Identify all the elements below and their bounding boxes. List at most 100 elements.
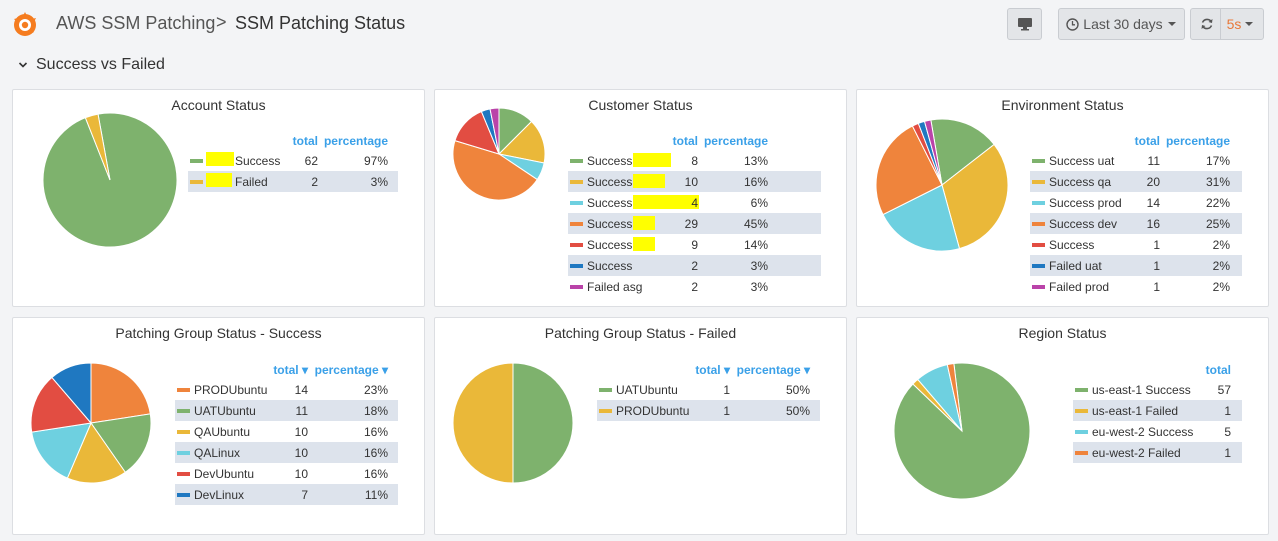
legend-color-swatch[interactable]	[1032, 285, 1045, 289]
legend-header-percentage[interactable]: percentage ▾	[737, 363, 810, 379]
legend-series-name[interactable]: Success	[235, 154, 280, 168]
panel-title[interactable]: Region Status	[857, 325, 1268, 341]
legend-series-name[interactable]: eu-west-2 Success	[1092, 425, 1193, 439]
legend-row[interactable]: Success 29 45%	[568, 213, 821, 234]
legend-series-name[interactable]: eu-west-2 Failed	[1092, 446, 1181, 460]
legend-header-percentage[interactable]: percentage	[1166, 134, 1230, 150]
legend-color-swatch[interactable]	[177, 493, 190, 497]
legend-row[interactable]: eu-west-2 Failed 1	[1073, 442, 1242, 463]
legend-row[interactable]: Success 2 3%	[568, 255, 821, 276]
refresh-icon[interactable]	[1200, 17, 1214, 31]
panel-title[interactable]: Environment Status	[857, 97, 1268, 113]
legend-color-swatch[interactable]	[177, 472, 190, 476]
legend-row[interactable]: QALinux 10 16%	[175, 442, 398, 463]
legend-row[interactable]: Success 10 16%	[568, 171, 821, 192]
legend-series-name[interactable]: Success uat	[1049, 154, 1114, 168]
legend-series-name[interactable]: Failed asg	[587, 280, 642, 294]
chevron-down-icon[interactable]	[18, 60, 28, 70]
legend-header-percentage[interactable]: percentage	[704, 134, 768, 150]
legend-color-swatch[interactable]	[177, 451, 190, 455]
legend-row[interactable]: DevUbuntu 10 16%	[175, 463, 398, 484]
legend-color-swatch[interactable]	[177, 388, 190, 392]
legend-series-name[interactable]: QALinux	[194, 446, 240, 460]
legend-color-swatch[interactable]	[177, 409, 190, 413]
legend-color-swatch[interactable]	[570, 201, 583, 205]
pie-chart[interactable]	[451, 361, 575, 485]
legend-row[interactable]: eu-west-2 Success 5	[1073, 421, 1242, 442]
legend-header-total[interactable]: total	[293, 134, 318, 150]
legend-series-name[interactable]: Success prod	[1049, 196, 1122, 210]
legend-color-swatch[interactable]	[1032, 180, 1045, 184]
legend-series-name[interactable]: Success dev	[1049, 217, 1117, 231]
tv-mode-button[interactable]	[1007, 8, 1042, 40]
legend-series-name[interactable]: Success	[587, 217, 632, 231]
legend-color-swatch[interactable]	[1075, 451, 1088, 455]
legend-color-swatch[interactable]	[570, 222, 583, 226]
legend-row[interactable]: Success qa 20 31%	[1030, 171, 1242, 192]
legend-row[interactable]: DevLinux 7 11%	[175, 484, 398, 505]
legend-row[interactable]: Success 9 14%	[568, 234, 821, 255]
legend-color-swatch[interactable]	[1032, 243, 1045, 247]
legend-color-swatch[interactable]	[1075, 409, 1088, 413]
pie-chart[interactable]	[874, 117, 1010, 253]
breadcrumb-dashboard-title[interactable]: SSM Patching Status	[235, 13, 405, 34]
legend-row[interactable]: Failed 2 3%	[188, 171, 398, 192]
legend-row[interactable]: Success 1 2%	[1030, 234, 1242, 255]
legend-series-name[interactable]: PRODUbuntu	[616, 404, 689, 418]
legend-header-total[interactable]: total	[1206, 363, 1231, 379]
legend-row[interactable]: PRODUbuntu 1 50%	[597, 400, 820, 421]
legend-series-name[interactable]: PRODUbuntu	[194, 383, 267, 397]
legend-color-swatch[interactable]	[599, 388, 612, 392]
legend-header-total[interactable]: total ▾	[273, 363, 308, 379]
legend-row[interactable]: UATUbuntu 11 18%	[175, 400, 398, 421]
legend-series-name[interactable]: Success	[587, 175, 632, 189]
legend-row[interactable]: Failed prod 1 2%	[1030, 276, 1242, 297]
time-range-picker[interactable]: Last 30 days	[1058, 8, 1185, 40]
legend-color-swatch[interactable]	[570, 159, 583, 163]
legend-color-swatch[interactable]	[570, 264, 583, 268]
pie-slice-produbuntu[interactable]	[452, 362, 514, 484]
legend-color-swatch[interactable]	[570, 243, 583, 247]
legend-color-swatch[interactable]	[190, 159, 203, 163]
refresh-button-group[interactable]: 5s	[1190, 8, 1264, 40]
legend-series-name[interactable]: Failed prod	[1049, 280, 1109, 294]
legend-color-swatch[interactable]	[1032, 201, 1045, 205]
pie-chart[interactable]	[451, 106, 547, 202]
legend-header-total[interactable]: total ▾	[695, 363, 730, 379]
legend-series-name[interactable]: Failed uat	[1049, 259, 1102, 273]
legend-color-swatch[interactable]	[177, 430, 190, 434]
legend-color-swatch[interactable]	[1032, 159, 1045, 163]
legend-color-swatch[interactable]	[1032, 222, 1045, 226]
legend-row[interactable]: Success 4 6%	[568, 192, 821, 213]
refresh-interval-label[interactable]: 5s	[1227, 16, 1242, 32]
legend-row[interactable]: UATUbuntu 1 50%	[597, 379, 820, 400]
legend-series-name[interactable]: Success	[587, 154, 632, 168]
legend-color-swatch[interactable]	[570, 285, 583, 289]
legend-series-name[interactable]: us-east-1 Success	[1092, 383, 1191, 397]
legend-color-swatch[interactable]	[1032, 264, 1045, 268]
legend-color-swatch[interactable]	[1075, 430, 1088, 434]
legend-series-name[interactable]: Success qa	[1049, 175, 1111, 189]
legend-row[interactable]: QAUbuntu 10 16%	[175, 421, 398, 442]
pie-slice-uatubuntu[interactable]	[512, 362, 574, 484]
legend-series-name[interactable]: Success	[1049, 238, 1094, 252]
legend-header-total[interactable]: total	[673, 134, 698, 150]
legend-row[interactable]: Failed uat 1 2%	[1030, 255, 1242, 276]
legend-row[interactable]: Success uat 11 17%	[1030, 150, 1242, 171]
legend-row[interactable]: Success dev 16 25%	[1030, 213, 1242, 234]
legend-series-name[interactable]: QAUbuntu	[194, 425, 250, 439]
legend-color-swatch[interactable]	[599, 409, 612, 413]
caret-down-icon[interactable]	[1244, 19, 1254, 29]
legend-color-swatch[interactable]	[570, 180, 583, 184]
legend-series-name[interactable]: UATUbuntu	[616, 383, 678, 397]
panel-title[interactable]: Patching Group Status - Failed	[435, 325, 846, 341]
legend-series-name[interactable]: us-east-1 Failed	[1092, 404, 1178, 418]
legend-row[interactable]: Failed asg 2 3%	[568, 276, 821, 297]
panel-title[interactable]: Patching Group Status - Success	[13, 325, 424, 341]
legend-series-name[interactable]: Success	[587, 259, 632, 273]
breadcrumb-folder[interactable]: AWS SSM Patching	[56, 13, 215, 34]
grafana-logo-icon[interactable]	[10, 10, 40, 40]
pie-chart[interactable]	[892, 361, 1032, 501]
row-header-success-vs-failed[interactable]: Success vs Failed	[18, 56, 165, 74]
legend-row[interactable]: Success 62 97%	[188, 150, 398, 171]
